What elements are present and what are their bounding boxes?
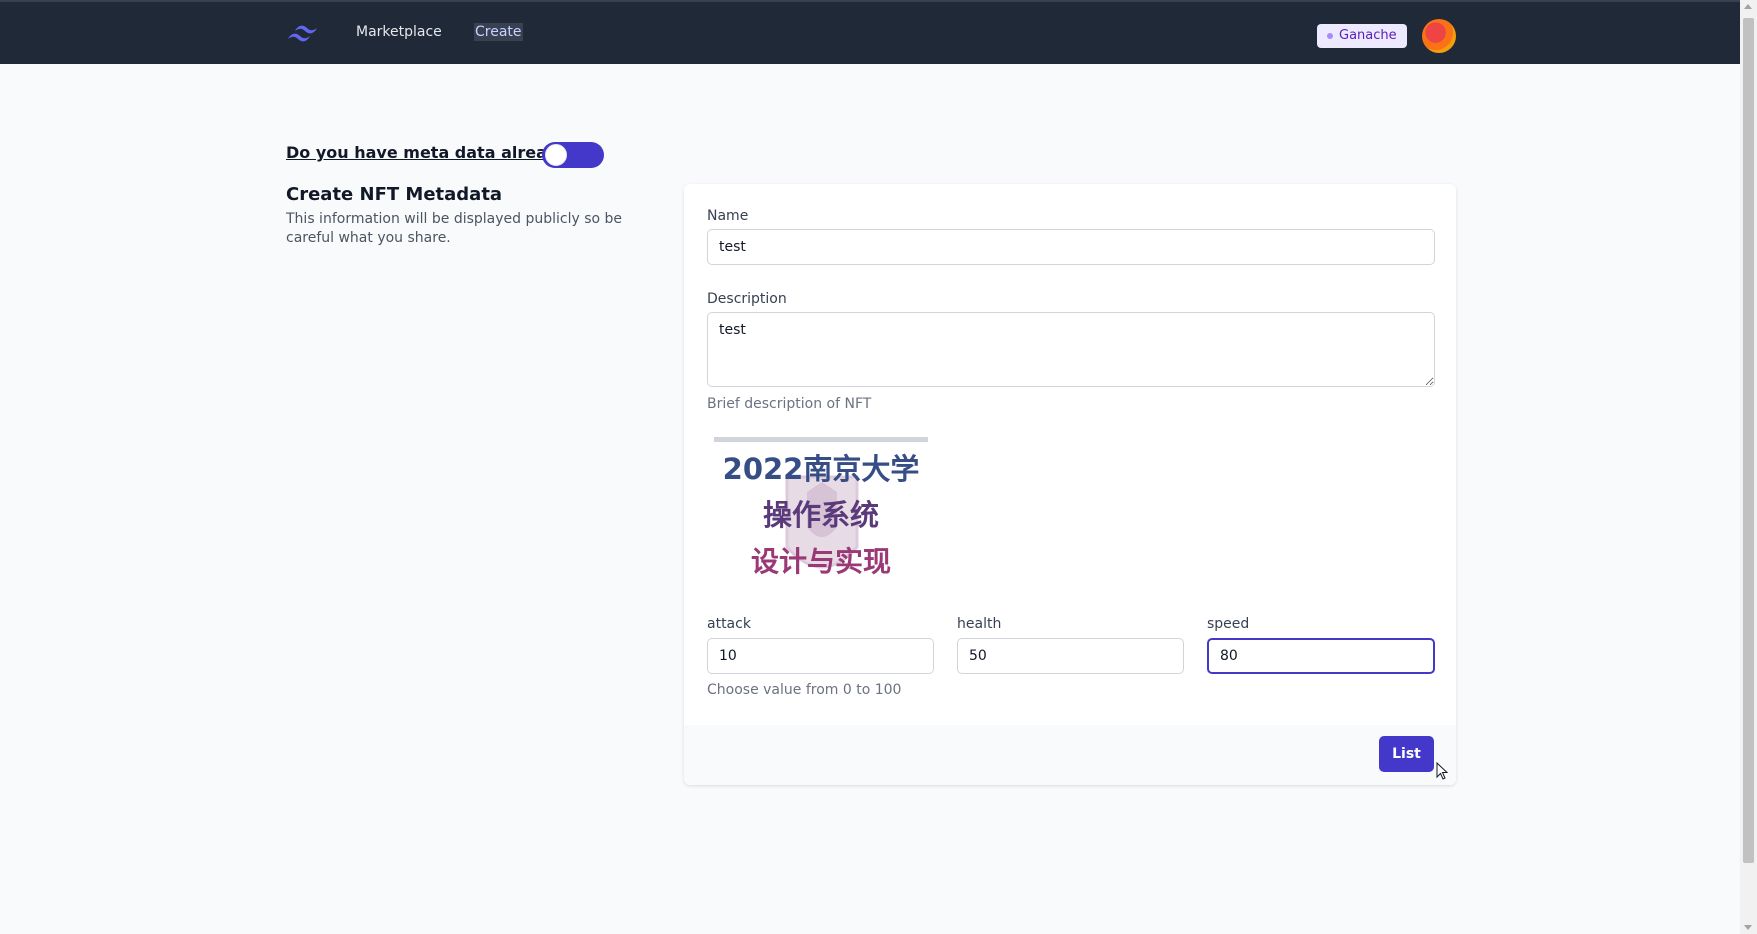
health-label: health bbox=[957, 616, 1002, 632]
mouse-cursor-icon bbox=[1436, 762, 1448, 780]
speed-label: speed bbox=[1207, 616, 1250, 632]
name-label: Name bbox=[707, 208, 749, 224]
scroll-thumb[interactable] bbox=[1743, 18, 1754, 863]
nav-link-marketplace[interactable]: Marketplace bbox=[356, 24, 442, 40]
section-subtitle: This information will be displayed publi… bbox=[286, 211, 623, 246]
nft-preview-image: 2022南京大学 操作系统 设计与实现 bbox=[714, 437, 928, 578]
scroll-up-arrow-icon[interactable] bbox=[1744, 4, 1752, 9]
list-button[interactable]: List bbox=[1379, 736, 1434, 772]
page-scrollbar[interactable] bbox=[1740, 0, 1757, 934]
account-avatar[interactable] bbox=[1422, 19, 1456, 53]
toggle-knob bbox=[545, 144, 567, 166]
scroll-down-arrow-icon[interactable] bbox=[1744, 925, 1752, 930]
attack-label: attack bbox=[707, 616, 751, 632]
nft-image-line-2: 操作系统 bbox=[763, 498, 879, 532]
nft-image-line-1: 2022南京大学 bbox=[723, 452, 920, 486]
health-input[interactable] bbox=[957, 638, 1184, 674]
form-footer bbox=[684, 725, 1456, 785]
nav-link-create[interactable]: Create bbox=[474, 23, 523, 41]
metadata-form-card: Name Description test Brief description … bbox=[684, 184, 1456, 785]
description-hint: Brief description of NFT bbox=[707, 396, 872, 412]
tailwind-logo-icon[interactable] bbox=[286, 22, 322, 46]
description-label: Description bbox=[707, 291, 787, 307]
section-title: Create NFT Metadata bbox=[286, 184, 503, 205]
navbar: Marketplace Create Ganache bbox=[0, 0, 1740, 64]
description-textarea[interactable]: test bbox=[707, 312, 1435, 387]
attack-input[interactable] bbox=[707, 638, 934, 674]
metadata-toggle-label[interactable]: Do you have meta data already? bbox=[286, 143, 578, 162]
metadata-toggle[interactable] bbox=[542, 142, 604, 168]
nft-image-line-3: 设计与实现 bbox=[751, 545, 891, 578]
network-badge: Ganache bbox=[1317, 24, 1407, 48]
name-input[interactable] bbox=[707, 229, 1435, 265]
speed-input[interactable] bbox=[1207, 638, 1435, 674]
attributes-hint: Choose value from 0 to 100 bbox=[707, 682, 902, 698]
